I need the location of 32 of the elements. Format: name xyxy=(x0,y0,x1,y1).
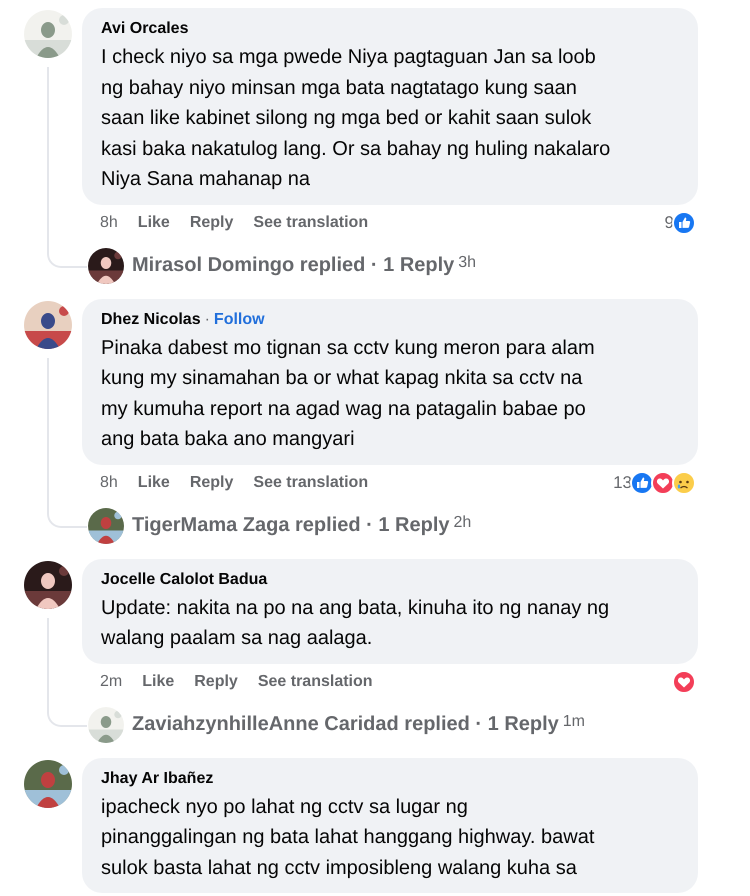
action-link[interactable]: See translation xyxy=(253,474,368,492)
action-link[interactable]: Like xyxy=(142,672,174,690)
action-link[interactable]: See translation xyxy=(253,214,368,232)
comment-text: ipacheck nyo po lahat ng cctv sa lugar ng pinanggalingan ng bata lahat hanggang highway. bawat sulok basta lahat ng cctv imposibleng walang kuha sa xyxy=(101,794,596,880)
author-name[interactable]: Avi Orcales xyxy=(101,20,188,38)
action-link[interactable]: Like xyxy=(138,474,170,492)
follow-link[interactable]: Follow xyxy=(214,310,265,328)
comment-text: I check niyo sa mga pwede Niya pagtaguan Jan sa loob ng bahay niyo minsan mga bata nagtatago kung saan saan like kabinet silong ng mga bed or kahit saan sulok kasi baka nakatulog lang. Or sa bahay ng huling nakalaro Niya Sana mahanap na xyxy=(101,45,612,192)
replies-link[interactable]: Mirasol Domingo replied · 1 Reply xyxy=(132,254,454,277)
replies-link[interactable]: TigerMama Zaga replied · 1 Reply xyxy=(132,514,450,537)
thread-connector xyxy=(47,500,87,528)
action-link[interactable]: See translation xyxy=(258,672,373,690)
action-link[interactable]: Reply xyxy=(190,474,234,492)
reply-time: 2h xyxy=(454,514,472,532)
comment-text: Pinaka dabest mo tignan sa cctv kung meron para alam kung my sinamahan ba or what kapag nkita sa cctv na my kumuha report na agad wag na patagalin babae po ang bata baka ano mangyari xyxy=(101,336,596,452)
author-name[interactable]: Dhez Nicolas xyxy=(101,310,201,328)
action-link[interactable]: Reply xyxy=(194,672,238,690)
thread-connector xyxy=(47,240,87,268)
comment-text: Update: nakita na po na ang bata, kinuha ito ng nanay ng walang paalam sa nag aalaga. xyxy=(101,596,610,651)
comment-time: 8h xyxy=(100,474,118,492)
separator-dot: · xyxy=(204,310,210,328)
reply-time: 3h xyxy=(458,254,476,272)
comment-time: 2m xyxy=(100,672,122,690)
author-name[interactable]: Jocelle Calolot Badua xyxy=(101,570,268,588)
reaction-count: 13 xyxy=(613,472,632,492)
action-link[interactable]: Reply xyxy=(190,214,234,232)
thread-connector xyxy=(47,700,87,726)
comment-time: 8h xyxy=(100,214,118,232)
action-link[interactable]: Like xyxy=(138,214,170,232)
replies-link[interactable]: ZaviahzynhilleAnne Caridad replied · 1 Reply xyxy=(132,713,559,736)
author-name[interactable]: Jhay Ar Ibañez xyxy=(101,770,214,788)
reply-time: 1m xyxy=(562,712,586,730)
